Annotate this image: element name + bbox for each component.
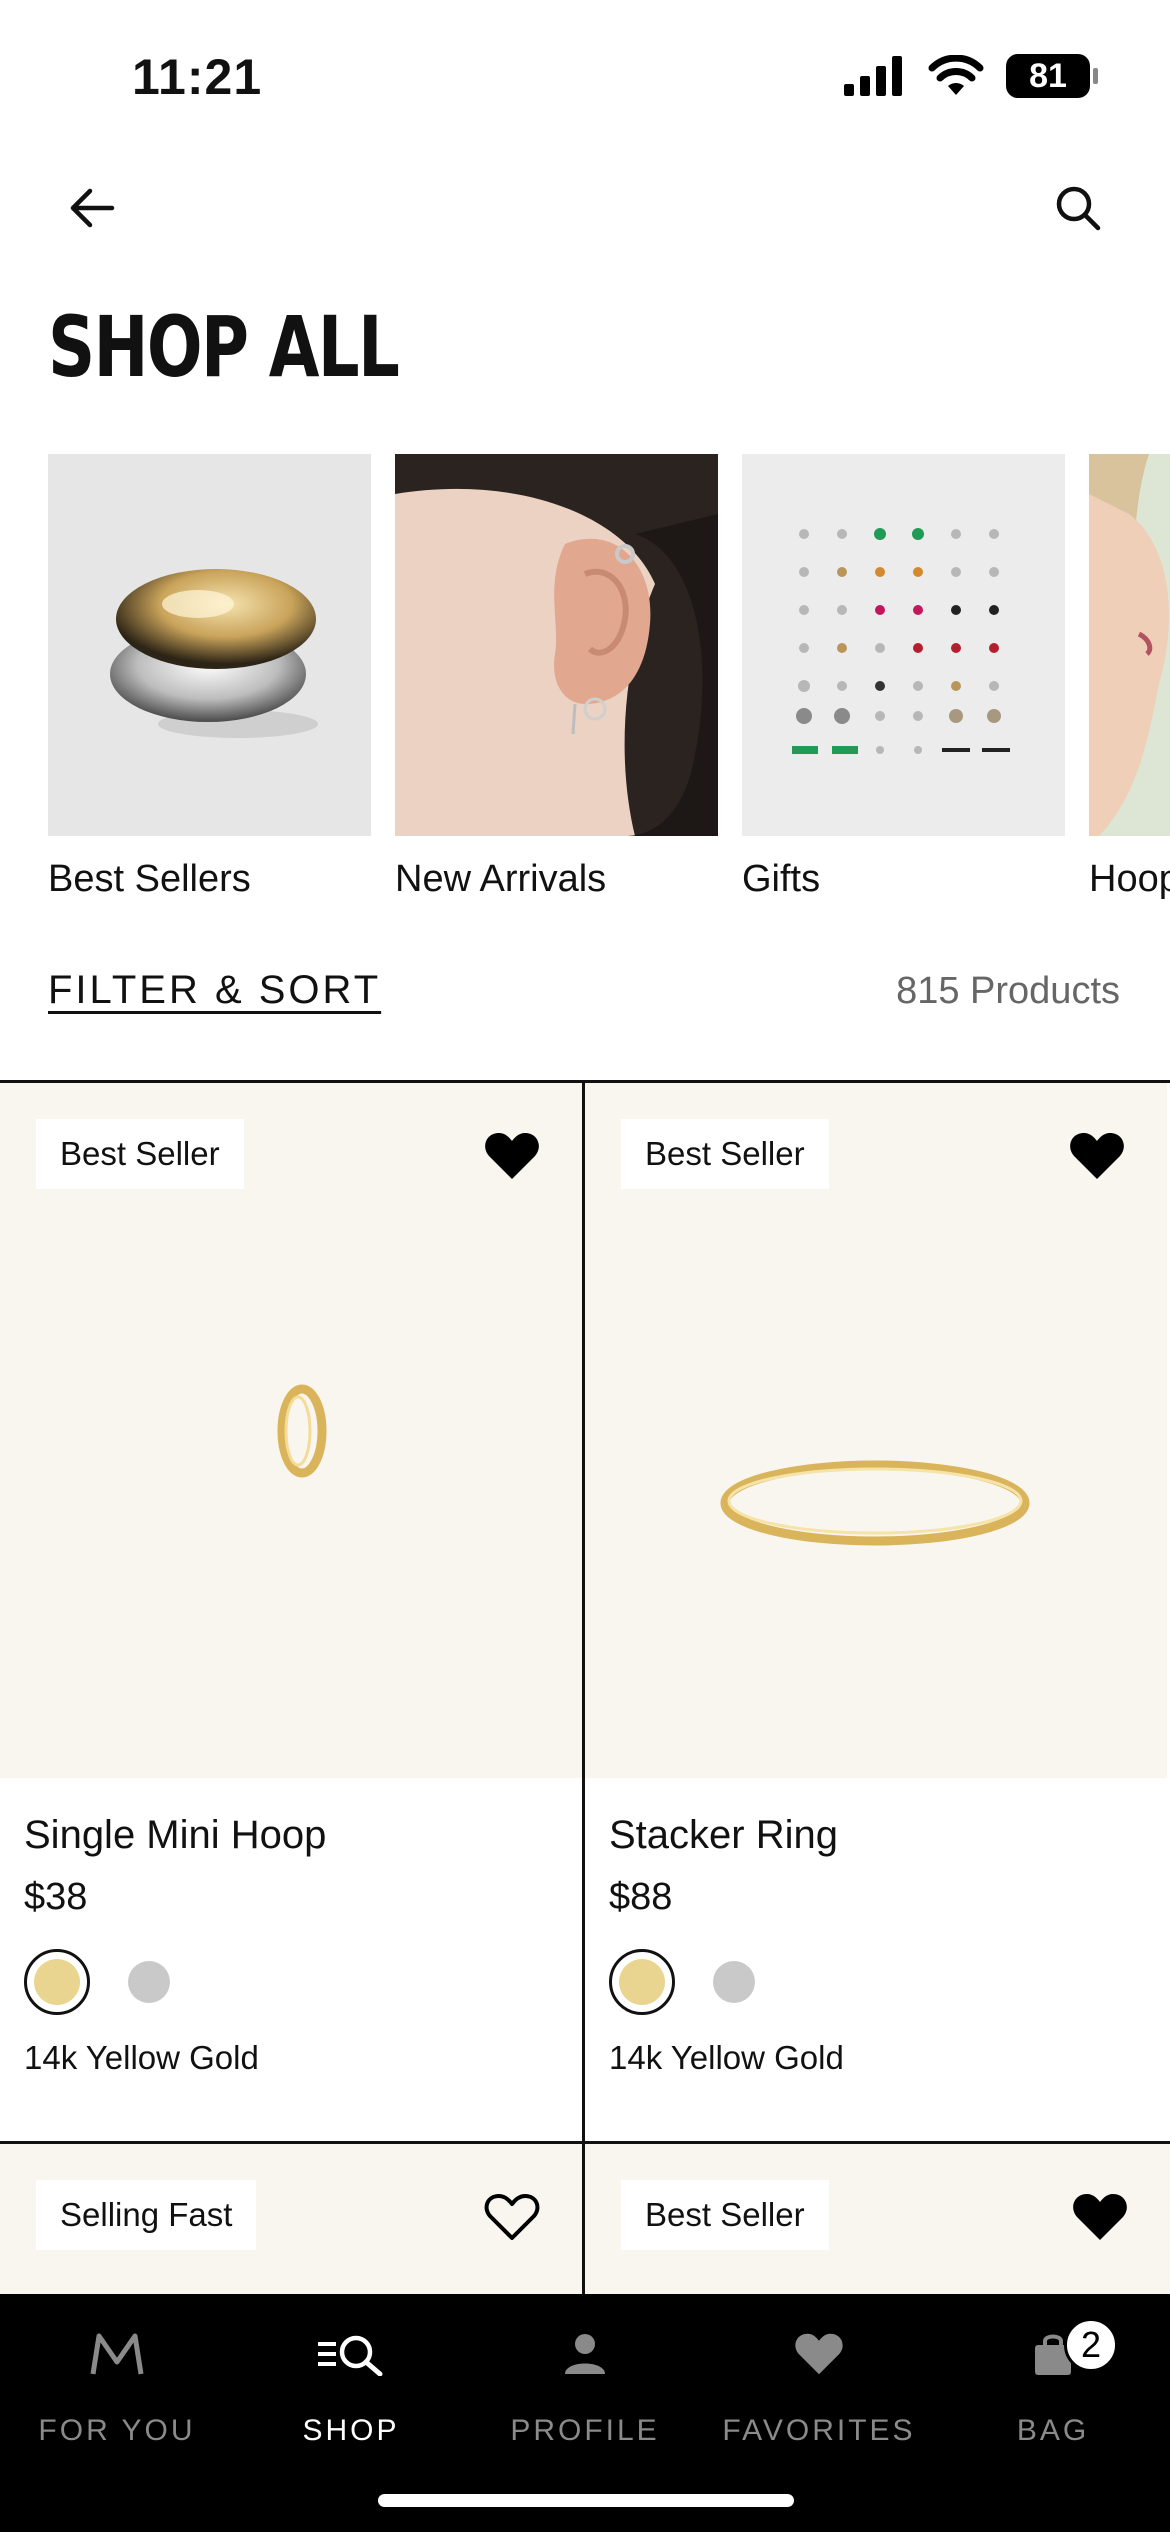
search-button[interactable]: [1048, 178, 1108, 238]
category-card-best-sellers[interactable]: Best Sellers: [48, 454, 371, 901]
tab-label: FAVORITES: [722, 2414, 916, 2447]
tab-label: SHOP: [302, 2414, 400, 2447]
category-image: [742, 454, 1065, 836]
favorite-button[interactable]: [1069, 1131, 1125, 1181]
filter-bar: FILTER & SORT 815 Products: [48, 960, 1120, 1030]
variant-label: 14k Yellow Gold: [24, 2039, 259, 2076]
category-card-new-arrivals[interactable]: New Arrivals: [395, 454, 718, 901]
page-title: SHOP ALL: [48, 298, 400, 396]
heart-icon: [702, 2324, 936, 2384]
status-badge: Best Seller: [621, 1119, 829, 1189]
product-count: 815 Products: [896, 970, 1120, 1012]
product-info: Single Mini Hoop $38 14k Yellow Gold: [24, 1813, 326, 2077]
product-image[interactable]: Selling Fast: [0, 2144, 582, 2294]
tab-label: PROFILE: [510, 2414, 660, 2447]
battery-icon: 81: [1006, 54, 1098, 98]
profile-icon: [468, 2324, 702, 2384]
tab-label: FOR YOU: [38, 2414, 196, 2447]
swatch-silver[interactable]: [128, 1961, 170, 2003]
tab-for-you[interactable]: FOR YOU: [0, 2324, 234, 2448]
category-card-hoops[interactable]: Hoops: [1089, 454, 1170, 901]
home-indicator[interactable]: [378, 2494, 794, 2507]
swatch-yellow-gold[interactable]: [24, 1949, 90, 2015]
top-nav: [0, 170, 1170, 242]
signal-icon: [844, 56, 902, 96]
category-image: [395, 454, 718, 836]
wifi-icon: [928, 55, 984, 95]
color-swatches: [24, 1949, 326, 2015]
status-bar: 11:21 81: [0, 0, 1170, 150]
heart-filled-icon: [1070, 1133, 1124, 1179]
favorite-button[interactable]: [484, 1131, 540, 1181]
product-image[interactable]: Best Seller: [585, 2144, 1170, 2294]
product-price: $38: [24, 1876, 88, 1918]
tab-bar: FOR YOU SHOP PROFILE FAVORITES 2 BAG: [0, 2294, 1170, 2532]
category-carousel[interactable]: Best Sellers New Arrivals Gifts Hoop: [48, 454, 1170, 914]
tab-label: BAG: [1016, 2414, 1090, 2447]
category-card-gifts[interactable]: Gifts: [742, 454, 1065, 901]
product-name[interactable]: Single Mini Hoop: [24, 1813, 326, 1858]
product-name[interactable]: Stacker Ring: [609, 1813, 844, 1858]
color-swatches: [609, 1949, 844, 2015]
tab-favorites[interactable]: FAVORITES: [702, 2324, 936, 2448]
tab-bag[interactable]: 2 BAG: [936, 2318, 1170, 2448]
bag-count-badge: 2: [1064, 2318, 1118, 2372]
product-image[interactable]: Best Seller: [585, 1083, 1167, 1778]
m-logo-icon: [0, 2324, 234, 2384]
product-info: Stacker Ring $88 14k Yellow Gold: [609, 1813, 844, 2077]
tab-shop[interactable]: SHOP: [234, 2324, 468, 2448]
back-button[interactable]: [62, 178, 122, 238]
status-badge: Best Seller: [621, 2180, 829, 2250]
variant-label: 14k Yellow Gold: [609, 2039, 844, 2076]
category-label: Best Sellers: [48, 858, 251, 900]
heart-filled-icon: [1073, 2194, 1127, 2240]
filter-sort-button[interactable]: FILTER & SORT: [48, 968, 381, 1013]
favorite-button[interactable]: [1072, 2192, 1128, 2242]
swatch-silver[interactable]: [713, 1961, 755, 2003]
status-icons: 81: [844, 54, 1098, 98]
search-icon: [1056, 186, 1101, 231]
category-image: [48, 454, 371, 836]
arrow-left-icon: [70, 188, 115, 228]
heart-outline-icon: [484, 2194, 540, 2240]
bag-icon: 2: [936, 2318, 1170, 2384]
status-badge: Selling Fast: [36, 2180, 257, 2250]
heart-filled-icon: [485, 1133, 539, 1179]
status-badge: Best Seller: [36, 1119, 244, 1189]
category-image: [1089, 454, 1170, 836]
category-label: Gifts: [742, 858, 821, 900]
tab-profile[interactable]: PROFILE: [468, 2324, 702, 2448]
product-price: $88: [609, 1876, 673, 1918]
favorite-button[interactable]: [484, 2192, 540, 2242]
category-label: New Arrivals: [395, 858, 607, 900]
product-image[interactable]: Best Seller: [0, 1083, 582, 1778]
swatch-yellow-gold[interactable]: [609, 1949, 675, 2015]
shop-icon: [234, 2324, 468, 2384]
category-label: Hoops: [1089, 858, 1170, 900]
status-time: 11:21: [132, 49, 263, 105]
